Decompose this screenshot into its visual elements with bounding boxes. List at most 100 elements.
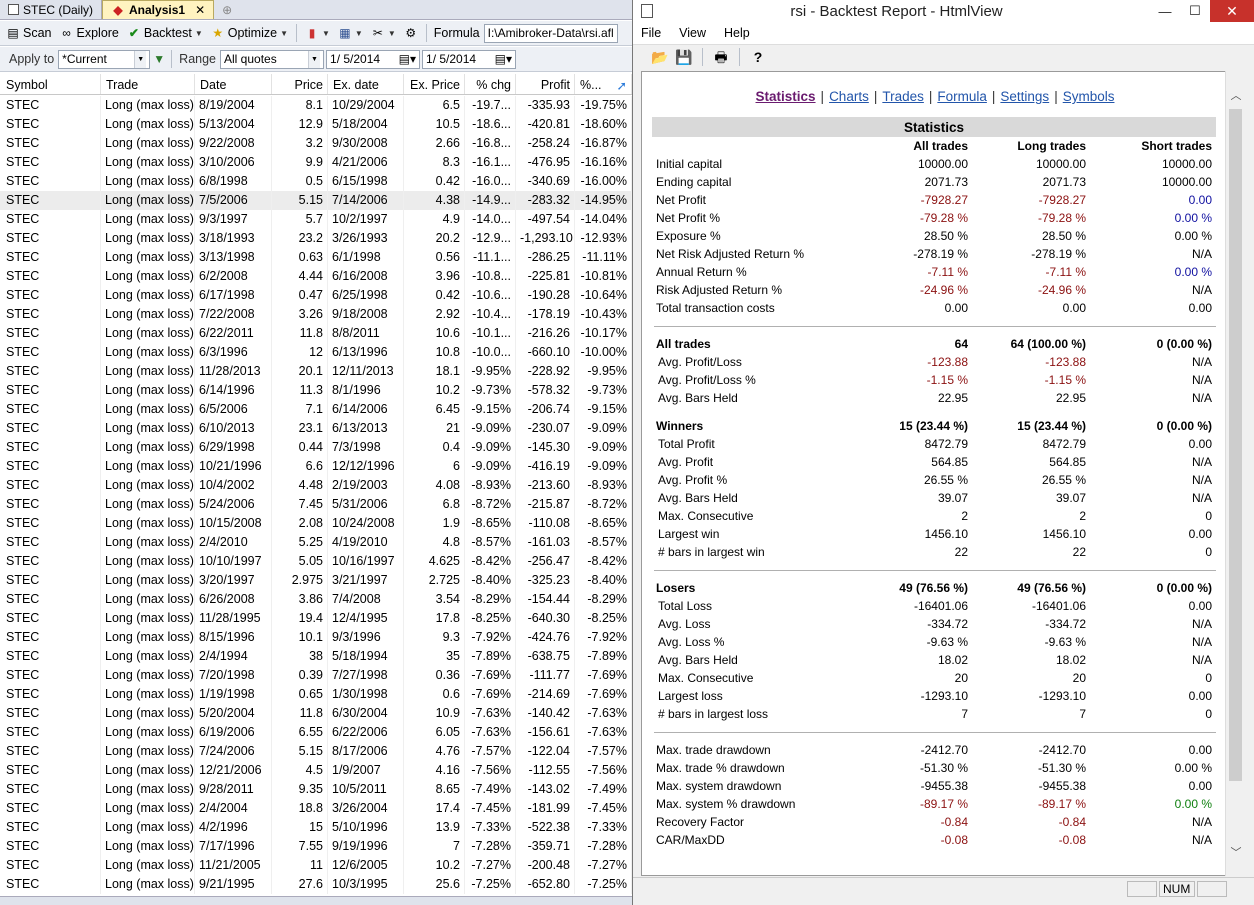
print-icon[interactable]: 🖶 [712, 48, 730, 66]
table-row[interactable]: STEC Long (max loss) 10/21/1996 6.6 12/12/19… [0, 457, 632, 476]
table-row[interactable]: STEC Long (max loss) 3/10/2006 9.9 4/21/2006… [0, 153, 632, 172]
table-row[interactable]: STEC Long (max loss) 11/28/1995 19.4 12/4/19… [0, 609, 632, 628]
col-trade[interactable]: Trade [101, 74, 195, 94]
table-cell: Long (max loss) [101, 647, 195, 666]
table-row[interactable]: STEC Long (max loss) 9/22/2008 3.2 9/30/2008… [0, 134, 632, 153]
link-symbols[interactable]: Symbols [1063, 89, 1115, 104]
scroll-up-icon[interactable]: ︿ [1226, 87, 1246, 105]
table-row[interactable]: STEC Long (max loss) 6/5/2006 7.1 6/14/2006 6… [0, 400, 632, 419]
help-icon[interactable]: ? [749, 48, 767, 66]
table-row[interactable]: STEC Long (max loss) 7/17/1996 7.55 9/19/199… [0, 837, 632, 856]
table-row[interactable]: STEC Long (max loss) 5/20/2004 11.8 6/30/200… [0, 704, 632, 723]
table-row[interactable]: STEC Long (max loss) 6/2/2008 4.44 6/16/2008… [0, 267, 632, 286]
menu-view[interactable]: View [679, 26, 706, 40]
link-formula[interactable]: Formula [937, 89, 987, 104]
scroll-thumb[interactable] [1229, 109, 1242, 781]
table-row[interactable]: STEC Long (max loss) 5/13/2004 12.9 5/18/200… [0, 115, 632, 134]
table-row[interactable]: STEC Long (max loss) 6/19/2006 6.55 6/22/200… [0, 723, 632, 742]
table-row[interactable]: STEC Long (max loss) 4/2/1996 15 5/10/1996 13… [0, 818, 632, 837]
explore-button[interactable]: ∞ Explore [57, 24, 122, 42]
table-row[interactable]: STEC Long (max loss) 9/28/2011 9.35 10/5/201… [0, 780, 632, 799]
chevron-down-icon[interactable]: ▼ [388, 29, 396, 38]
menu-file[interactable]: File [641, 26, 661, 40]
table-row[interactable]: STEC Long (max loss) 7/20/1998 0.39 7/27/199… [0, 666, 632, 685]
date-from-picker[interactable]: 1/ 5/2014 ▤▾ [326, 49, 421, 69]
scan-button[interactable]: ▤ Scan [3, 24, 55, 42]
col-ex-date[interactable]: Ex. date [328, 74, 404, 94]
close-button[interactable]: ✕ [1210, 0, 1254, 22]
table-row[interactable]: STEC Long (max loss) 2/4/2004 18.8 3/26/2004… [0, 799, 632, 818]
backtest-button[interactable]: ✔ Backtest ▼ [124, 24, 206, 42]
range-select[interactable]: All quotes ▼ [220, 49, 325, 69]
tab-analysis1[interactable]: ◆ Analysis1 ✕ [102, 0, 215, 19]
table-row[interactable]: STEC Long (max loss) 6/14/1996 11.3 8/1/1996… [0, 381, 632, 400]
link-trades[interactable]: Trades [882, 89, 924, 104]
col-price[interactable]: Price [272, 74, 328, 94]
statistics-banner: Statistics [652, 117, 1216, 137]
table-row[interactable]: STEC Long (max loss) 3/20/1997 2.975 3/21/19… [0, 571, 632, 590]
save-icon[interactable]: 💾 [675, 48, 693, 66]
vertical-scrollbar[interactable]: ︿ ﹀ [1225, 71, 1245, 876]
link-statistics[interactable]: Statistics [756, 89, 816, 104]
table-row[interactable]: STEC Long (max loss) 8/15/1996 10.1 9/3/1996… [0, 628, 632, 647]
table-row[interactable]: STEC Long (max loss) 11/28/2013 20.1 12/11/2… [0, 362, 632, 381]
table-row[interactable]: STEC Long (max loss) 10/4/2002 4.48 2/19/200… [0, 476, 632, 495]
col-symbol[interactable]: Symbol [0, 74, 101, 94]
chevron-down-icon[interactable]: ▼ [322, 29, 330, 38]
table-row[interactable]: STEC Long (max loss) 7/5/2006 5.15 7/14/2006… [0, 191, 632, 210]
link-charts[interactable]: Charts [829, 89, 869, 104]
table-cell: Long (max loss) [101, 419, 195, 438]
chevron-down-icon[interactable]: ▼ [280, 29, 288, 38]
chevron-down-icon[interactable]: ▼ [355, 29, 363, 38]
table-row[interactable]: STEC Long (max loss) 6/8/1998 0.5 6/15/1998 0… [0, 172, 632, 191]
link-settings[interactable]: Settings [1000, 89, 1049, 104]
table-row[interactable]: STEC Long (max loss) 3/13/1998 0.63 6/1/1998… [0, 248, 632, 267]
optimize-button[interactable]: ★ Optimize ▼ [208, 24, 291, 42]
layout-button[interactable]: ▦ ▼ [335, 24, 366, 42]
table-row[interactable]: STEC Long (max loss) 1/19/1998 0.65 1/30/199… [0, 685, 632, 704]
chevron-down-icon[interactable]: ▼ [195, 29, 203, 38]
table-row[interactable]: STEC Long (max loss) 2/4/1994 38 5/18/1994 35… [0, 647, 632, 666]
col-pct-profit[interactable]: %... ➚ [575, 74, 632, 94]
table-row[interactable]: STEC Long (max loss) 7/24/2006 5.15 8/17/200… [0, 742, 632, 761]
table-row[interactable]: STEC Long (max loss) 9/3/1997 5.7 10/2/1997 4… [0, 210, 632, 229]
col-pct-chg[interactable]: % chg [465, 74, 516, 94]
table-row[interactable]: STEC Long (max loss) 11/21/2005 11 12/6/2005… [0, 856, 632, 875]
col-profit[interactable]: Profit [516, 74, 575, 94]
minimize-button[interactable]: — [1150, 0, 1180, 22]
table-cell: -7.56% [575, 761, 632, 780]
tab-stec-daily[interactable]: STEC (Daily) [0, 0, 103, 19]
table-row[interactable]: STEC Long (max loss) 6/3/1996 12 6/13/1996 10… [0, 343, 632, 362]
table-row[interactable]: STEC Long (max loss) 10/15/2008 2.08 10/24/2… [0, 514, 632, 533]
table-row[interactable]: STEC Long (max loss) 6/29/1998 0.44 7/3/1998… [0, 438, 632, 457]
open-folder-icon[interactable]: 📂 [651, 48, 669, 66]
table-row[interactable]: STEC Long (max loss) 2/4/2010 5.25 4/19/2010… [0, 533, 632, 552]
tools-button[interactable]: ✂ ▼ [368, 24, 399, 42]
filter-icon[interactable]: ▼ [152, 52, 166, 66]
formula-path-field[interactable]: I:\Amibroker-Data\rsi.afl [483, 23, 618, 43]
scroll-down-icon[interactable]: ﹀ [1226, 844, 1246, 862]
table-row[interactable]: STEC Long (max loss) 6/26/2008 3.86 7/4/2008… [0, 590, 632, 609]
table-row[interactable]: STEC Long (max loss) 5/24/2006 7.45 5/31/200… [0, 495, 632, 514]
table-cell: -8.40% [575, 571, 632, 590]
col-date[interactable]: Date [195, 74, 272, 94]
table-row[interactable]: STEC Long (max loss) 8/19/2004 8.1 10/29/200… [0, 96, 632, 115]
close-tab-icon[interactable]: ✕ [195, 3, 205, 17]
table-row[interactable]: STEC Long (max loss) 6/17/1998 0.47 6/25/199… [0, 286, 632, 305]
settings-button[interactable]: ⚙ [401, 24, 421, 42]
chart-button[interactable]: ▮ ▼ [302, 24, 333, 42]
table-row[interactable]: STEC Long (max loss) 6/22/2011 11.8 8/8/2011… [0, 324, 632, 343]
table-row[interactable]: STEC Long (max loss) 9/21/1995 27.6 10/3/199… [0, 875, 632, 894]
menu-help[interactable]: Help [724, 26, 750, 40]
col-ex-price[interactable]: Ex. Price [404, 74, 465, 94]
table-row[interactable]: STEC Long (max loss) 7/22/2008 3.26 9/18/200… [0, 305, 632, 324]
table-row[interactable]: STEC Long (max loss) 10/10/1997 5.05 10/16/1… [0, 552, 632, 571]
table-row[interactable]: STEC Long (max loss) 6/10/2013 23.1 6/13/201… [0, 419, 632, 438]
apply-to-select[interactable]: *Current ▼ [58, 49, 151, 69]
new-tab-button[interactable]: ⊕ [214, 0, 240, 19]
maximize-button[interactable]: ☐ [1180, 0, 1210, 22]
table-cell: Long (max loss) [101, 153, 195, 172]
table-row[interactable]: STEC Long (max loss) 3/18/1993 23.2 3/26/199… [0, 229, 632, 248]
date-to-picker[interactable]: 1/ 5/2014 ▤▾ [422, 49, 517, 69]
table-row[interactable]: STEC Long (max loss) 12/21/2006 4.5 1/9/2007… [0, 761, 632, 780]
